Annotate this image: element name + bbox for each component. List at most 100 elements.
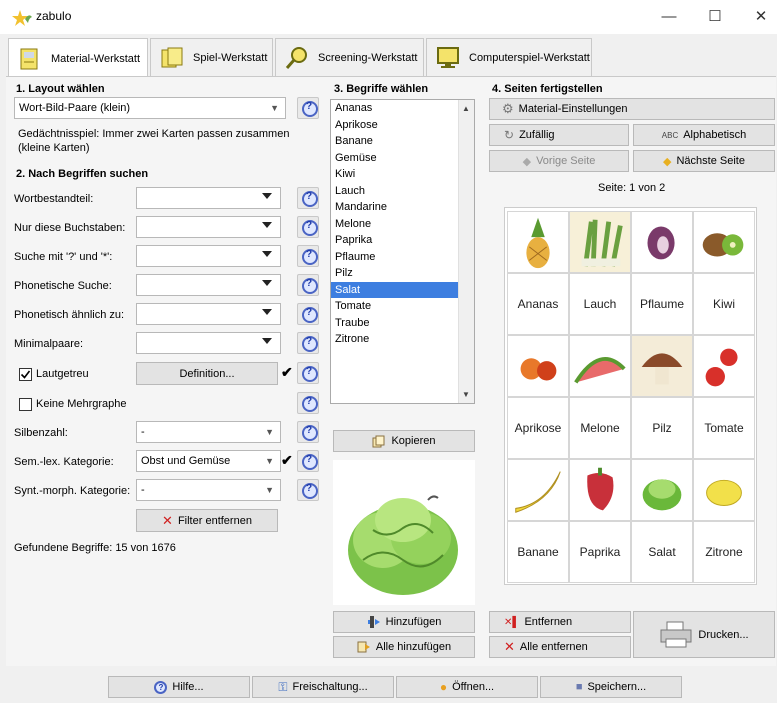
copy-button[interactable]: Kopieren (333, 430, 475, 452)
list-item[interactable]: Mandarine (331, 199, 474, 216)
red-x-icon: ✕ (504, 639, 515, 654)
list-item[interactable]: Ananas (331, 100, 474, 117)
tab-material-werkstatt[interactable]: Material-Werkstatt (8, 38, 148, 78)
help-icon[interactable]: ? (297, 450, 319, 472)
scroll-up-icon[interactable]: ▲ (462, 104, 470, 113)
tab-screening-werkstatt[interactable]: Screening-Werkstatt (275, 38, 424, 76)
sem-lex-label: Sem.-lex. Kategorie: (14, 456, 114, 468)
print-button[interactable]: Drucken... (633, 611, 775, 658)
key-icon: ⚿ (278, 679, 288, 694)
remove-all-button[interactable]: ✕ Alle entfernen (489, 636, 631, 658)
alphabetic-button[interactable]: ABC Alphabetisch (633, 124, 775, 146)
list-item[interactable]: Tomate (331, 298, 474, 315)
help-icon[interactable]: ? (297, 392, 319, 414)
keine-mehrgraphe-checkbox[interactable] (19, 398, 32, 411)
help-icon[interactable]: ? (297, 245, 319, 267)
help-icon[interactable]: ? (297, 362, 319, 384)
add-all-button[interactable]: Alle hinzufügen (333, 636, 475, 658)
material-settings-button[interactable]: ⚙ Material-Einstellungen (489, 98, 775, 120)
silbenzahl-select[interactable]: - ▼ (136, 421, 281, 443)
list-item[interactable]: Traube (331, 315, 474, 332)
next-page-button[interactable]: ◆ Nächste Seite (633, 150, 775, 172)
save-icon: ■ (575, 681, 583, 693)
page-indicator: Seite: 1 von 2 (598, 182, 666, 194)
chevron-down-icon: ▼ (265, 485, 274, 495)
chevron-down-icon: ▼ (265, 427, 274, 437)
lauch-image (569, 211, 631, 273)
save-button[interactable]: ■ Speichern... (540, 676, 682, 698)
tab-label: Screening-Werkstatt (318, 51, 418, 64)
chevron-down-icon: ▼ (270, 103, 279, 113)
list-scrollbar[interactable]: ▲ ▼ (458, 100, 474, 403)
add-button[interactable]: Hinzufügen (333, 611, 475, 633)
help-icon[interactable]: ? (297, 187, 319, 209)
field-label: Minimalpaare: (14, 338, 84, 350)
tab-label: Computerspiel-Werkstatt (469, 51, 590, 64)
definition-button[interactable]: Definition... (136, 362, 278, 385)
copy-label: Kopieren (391, 435, 436, 447)
synt-morph-value: - (141, 484, 145, 496)
add-icon (367, 616, 380, 628)
scroll-down-icon[interactable]: ▼ (462, 390, 470, 399)
remove-button[interactable]: ✕▌ Entfernen (489, 611, 631, 633)
wildcard-search-input[interactable] (136, 245, 281, 267)
nur-buchstaben-input[interactable] (136, 216, 281, 238)
remove-icon: ✕▌ (504, 616, 520, 628)
list-item[interactable]: Banane (331, 133, 474, 150)
close-button[interactable]: ✕ (750, 8, 772, 26)
prev-page-button[interactable]: ◆ Vorige Seite (489, 150, 629, 172)
zabulo-app-icon (12, 10, 32, 26)
list-item[interactable]: Pilz (331, 265, 474, 282)
help-icon[interactable]: ? (297, 421, 319, 443)
phonetic-search-input[interactable] (136, 274, 281, 296)
phonetic-similar-input[interactable] (136, 303, 281, 325)
save-label: Speichern... (587, 681, 647, 693)
salat-image (631, 459, 693, 521)
synt-morph-select[interactable]: - ▼ (136, 479, 281, 501)
list-item[interactable]: Lauch (331, 183, 474, 200)
terms-list[interactable]: Ananas Aprikose Banane Gemüse Kiwi Lauch Manda… (330, 99, 475, 404)
filter-remove-button[interactable]: ✕ Filter entfernen (136, 509, 278, 532)
help-icon[interactable]: ? (297, 303, 319, 325)
list-item[interactable]: Melone (331, 216, 474, 233)
maximize-button[interactable]: ☐ (704, 8, 726, 26)
random-button[interactable]: ↻ Zufällig (489, 124, 629, 146)
help-icon[interactable]: ? (297, 332, 319, 354)
help-icon[interactable]: ? (297, 274, 319, 296)
help-icon[interactable]: ? (297, 97, 319, 119)
help-icon[interactable]: ? (297, 216, 319, 238)
minimal-pairs-input[interactable] (136, 332, 281, 354)
field-label: Wortbestandteil: (14, 193, 94, 205)
arrow-left-icon: ◆ (522, 155, 532, 168)
list-item[interactable]: Paprika (331, 232, 474, 249)
layout-description: Gedächtnisspiel: Immer zwei Karten passe… (18, 128, 290, 154)
help-icon[interactable]: ? (297, 479, 319, 501)
tomate-image (693, 335, 755, 397)
random-label: Zufällig (519, 129, 555, 141)
magnifier-icon (285, 46, 307, 69)
dropdown-arrow-icon (262, 338, 272, 344)
help-button[interactable]: ? Hilfe... (108, 676, 250, 698)
list-item[interactable]: Pflaume (331, 249, 474, 266)
tab-computerspiel-werkstatt[interactable]: Computerspiel-Werkstatt (426, 38, 592, 76)
lautgetreu-checkbox[interactable] (19, 368, 32, 381)
list-item[interactable]: Salat (331, 281, 474, 298)
layout-select[interactable]: Wort-Bild-Paare (klein) ▼ (14, 97, 286, 119)
list-item[interactable]: Gemüse (331, 150, 474, 167)
melone-image (569, 335, 631, 397)
open-label: Öffnen... (452, 681, 495, 693)
minimize-button[interactable]: — (658, 8, 680, 26)
copy-icon (372, 435, 385, 447)
list-item[interactable]: Kiwi (331, 166, 474, 183)
search-heading: 2. Nach Begriffen suchen (16, 168, 149, 180)
lautgetreu-label: Lautgetreu (36, 368, 89, 380)
remove-all-label: Alle entfernen (519, 641, 588, 653)
card-label: Paprika (569, 521, 631, 583)
unlock-button[interactable]: ⚿ Freischaltung... (252, 676, 394, 698)
tab-spiel-werkstatt[interactable]: Spiel-Werkstatt (150, 38, 273, 76)
list-item[interactable]: Zitrone (331, 331, 474, 348)
sem-lex-select[interactable]: Obst und Gemüse ▼ (136, 450, 281, 472)
open-button[interactable]: ● Öffnen... (396, 676, 538, 698)
list-item[interactable]: Aprikose (331, 117, 474, 134)
wortbestandteil-input[interactable] (136, 187, 281, 209)
